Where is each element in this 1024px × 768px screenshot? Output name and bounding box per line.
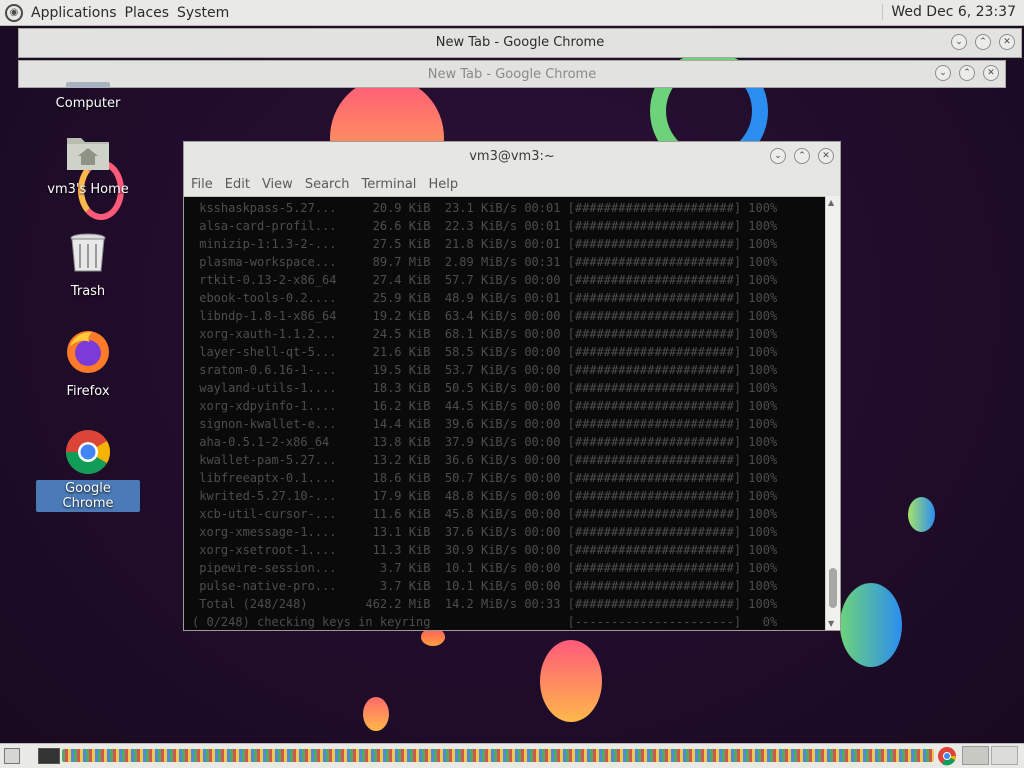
terminal-titlebar[interactable]: vm3@vm3:~ ⌄ ⌃ ✕ xyxy=(184,142,840,172)
chrome-icon xyxy=(66,430,110,474)
terminal-scrollbar[interactable]: ▲ ▼ xyxy=(825,196,840,630)
top-panel: ◉ Applications Places System Wed Dec 6, … xyxy=(0,0,1024,26)
chrome-task-icon[interactable] xyxy=(937,746,957,766)
menu-system[interactable]: System xyxy=(177,5,229,21)
terminal-output[interactable]: ksshaskpass-5.27... 20.9 KiB 23.1 KiB/s … xyxy=(184,196,824,630)
terminal-line: minizip-1:1.3-2-... 27.5 KiB 21.8 KiB/s … xyxy=(192,237,778,251)
close-icon: ✕ xyxy=(987,68,995,78)
terminal-line: xorg-xauth-1.1.2... 24.5 KiB 68.1 KiB/s … xyxy=(192,327,778,341)
wallpaper-bubble xyxy=(540,640,602,722)
terminal-line: rtkit-0.13-2-x86_64 27.4 KiB 57.7 KiB/s … xyxy=(192,273,778,287)
terminal-task-icon[interactable] xyxy=(38,748,60,764)
desktop-icon-label: Trash xyxy=(70,284,106,299)
terminal-line: pulse-native-pro... 3.7 KiB 10.1 KiB/s 0… xyxy=(192,579,778,593)
scroll-up-icon[interactable]: ▲ xyxy=(828,198,834,207)
maximize-button[interactable]: ⌃ xyxy=(959,65,975,81)
panel-clock[interactable]: Wed Dec 6, 23:37 xyxy=(882,4,1016,20)
minimize-button[interactable]: ⌄ xyxy=(951,34,967,50)
maximize-button[interactable]: ⌃ xyxy=(975,34,991,50)
terminal-line: xcb-util-cursor-... 11.6 KiB 45.8 KiB/s … xyxy=(192,507,778,521)
desktop-icon-firefox[interactable]: Firefox xyxy=(36,328,140,400)
terminal-line: plasma-workspace... 89.7 MiB 2.89 MiB/s … xyxy=(192,255,778,269)
workspace-1[interactable] xyxy=(962,746,989,765)
desktop-icon-label: Firefox xyxy=(66,384,110,399)
terminal-line: alsa-card-profil... 26.6 KiB 22.3 KiB/s … xyxy=(192,219,778,233)
terminal-line: xorg-xdpyinfo-1.... 16.2 KiB 44.5 KiB/s … xyxy=(192,399,778,413)
chevron-up-icon: ⌃ xyxy=(963,68,971,78)
menu-applications[interactable]: Applications xyxy=(31,5,117,21)
terminal-line: Total (248/248) 462.2 MiB 14.2 MiB/s 00:… xyxy=(192,597,778,611)
window-title: New Tab - Google Chrome xyxy=(435,35,605,50)
chevron-down-icon: ⌄ xyxy=(774,151,782,161)
terminal-line: xorg-xsetroot-1.... 11.3 KiB 30.9 KiB/s … xyxy=(192,543,778,557)
firefox-icon xyxy=(67,331,109,373)
chevron-down-icon: ⌄ xyxy=(939,68,947,78)
terminal-line: kwallet-pam-5.27... 13.2 KiB 36.6 KiB/s … xyxy=(192,453,778,467)
menu-edit[interactable]: Edit xyxy=(225,177,250,192)
window-title: New Tab - Google Chrome xyxy=(427,67,597,82)
terminal-window[interactable]: vm3@vm3:~ ⌄ ⌃ ✕ File Edit View Search Te… xyxy=(183,141,841,631)
menu-places[interactable]: Places xyxy=(125,5,170,21)
chevron-up-icon: ⌃ xyxy=(979,37,987,47)
menu-file[interactable]: File xyxy=(191,177,213,192)
terminal-line: ( 0/248) checking keys in keyring [-----… xyxy=(192,615,778,629)
desktop-icon-label: Google Chrome xyxy=(36,480,140,512)
terminal-line: aha-0.5.1-2-x86_64 13.8 KiB 37.9 KiB/s 0… xyxy=(192,435,778,449)
terminal-line: wayland-utils-1.... 18.3 KiB 50.5 KiB/s … xyxy=(192,381,778,395)
menu-view[interactable]: View xyxy=(262,177,293,192)
terminal-line: libndp-1.8-1-x86_64 19.2 KiB 63.4 KiB/s … xyxy=(192,309,778,323)
workspace-switcher[interactable] xyxy=(962,746,1018,765)
home-folder-icon xyxy=(67,138,109,170)
terminal-line: ebook-tools-0.2.... 25.9 KiB 48.9 KiB/s … xyxy=(192,291,778,305)
bottom-panel xyxy=(0,743,1024,768)
close-icon: ✕ xyxy=(1003,37,1011,47)
wallpaper-bubble xyxy=(363,697,389,731)
terminal-line: sratom-0.6.16-1-... 19.5 KiB 53.7 KiB/s … xyxy=(192,363,778,377)
maximize-button[interactable]: ⌃ xyxy=(794,148,810,164)
chrome-window-back[interactable]: New Tab - Google Chrome ⌄ ⌃ ✕ xyxy=(18,60,1006,88)
chevron-down-icon: ⌄ xyxy=(955,37,963,47)
terminal-line: layer-shell-qt-5... 21.6 KiB 58.5 KiB/s … xyxy=(192,345,778,359)
desktop-icon-chrome[interactable]: Google Chrome xyxy=(36,428,140,512)
mate-logo-icon[interactable]: ◉ xyxy=(5,3,23,22)
desktop-icon-label: vm3's Home xyxy=(47,182,129,197)
scroll-down-icon[interactable]: ▼ xyxy=(828,619,834,628)
terminal-menubar: File Edit View Search Terminal Help xyxy=(184,172,840,197)
desktop-icon-home[interactable]: vm3's Home xyxy=(36,132,140,198)
minimize-button[interactable]: ⌄ xyxy=(770,148,786,164)
computer-icon xyxy=(66,82,110,88)
terminal-line: pipewire-session... 3.7 KiB 10.1 KiB/s 0… xyxy=(192,561,778,575)
terminal-line: ksshaskpass-5.27... 20.9 KiB 23.1 KiB/s … xyxy=(192,201,778,215)
workspace-2[interactable] xyxy=(991,746,1018,765)
chrome-window-front[interactable]: New Tab - Google Chrome ⌄ ⌃ ✕ xyxy=(18,28,1022,58)
close-icon: ✕ xyxy=(822,151,830,161)
menu-search[interactable]: Search xyxy=(305,177,350,192)
terminal-line: xorg-xmessage-1.... 13.1 KiB 37.6 KiB/s … xyxy=(192,525,778,539)
desktop-icon-label: Computer xyxy=(55,96,121,111)
menu-help[interactable]: Help xyxy=(428,177,458,192)
desktop-icon-computer[interactable]: Computer xyxy=(36,82,140,112)
show-desktop-icon[interactable] xyxy=(4,748,20,764)
terminal-line: kwrited-5.27.10-... 17.9 KiB 48.8 KiB/s … xyxy=(192,489,778,503)
trash-icon xyxy=(70,233,106,272)
terminal-line: signon-kwallet-e... 14.4 KiB 39.6 KiB/s … xyxy=(192,417,778,431)
scrollbar-thumb[interactable] xyxy=(829,568,837,608)
close-button[interactable]: ✕ xyxy=(983,65,999,81)
window-title: vm3@vm3:~ xyxy=(469,149,555,164)
minimize-button[interactable]: ⌄ xyxy=(935,65,951,81)
menu-terminal[interactable]: Terminal xyxy=(361,177,416,192)
wallpaper-bubble xyxy=(908,497,935,532)
chevron-up-icon: ⌃ xyxy=(798,151,806,161)
taskbar-window-list[interactable] xyxy=(62,749,934,762)
desktop-icon-trash[interactable]: Trash xyxy=(36,232,140,300)
close-button[interactable]: ✕ xyxy=(818,148,834,164)
close-button[interactable]: ✕ xyxy=(999,34,1015,50)
terminal-line: libfreeaptx-0.1.... 18.6 KiB 50.7 KiB/s … xyxy=(192,471,778,485)
wallpaper-bubble xyxy=(840,583,902,667)
